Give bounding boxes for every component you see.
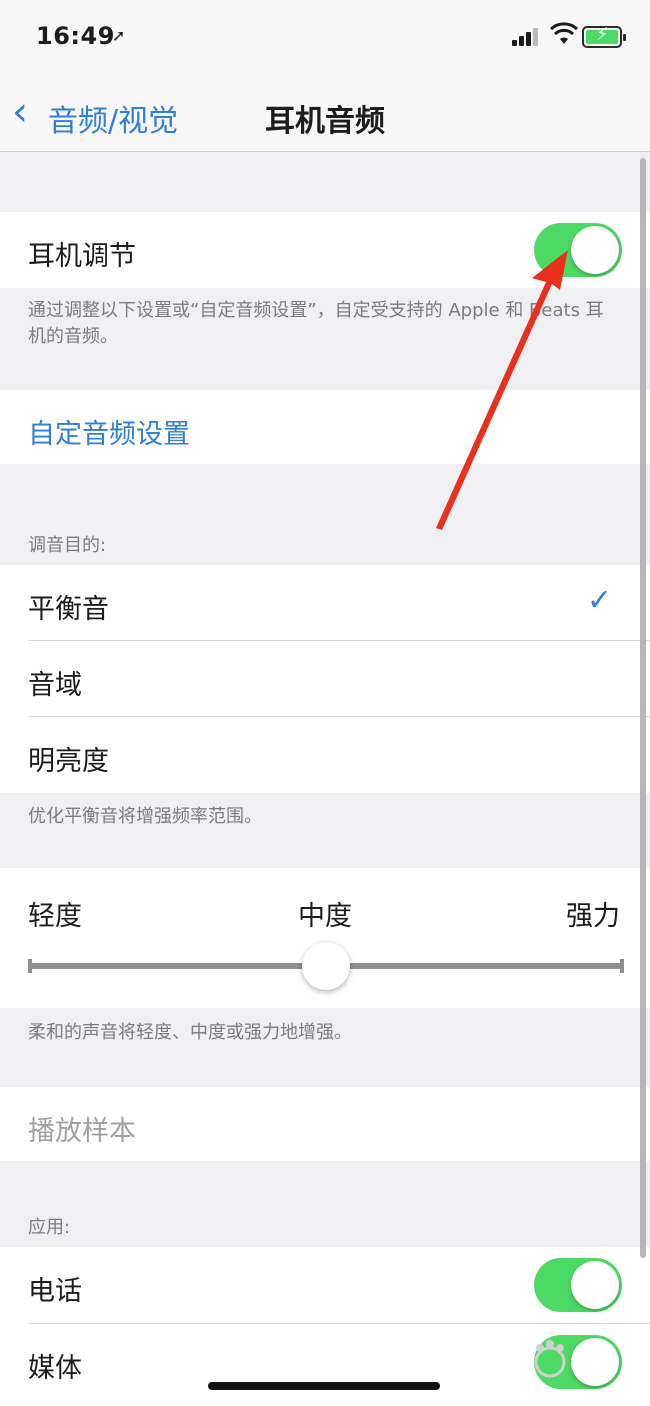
tune-for-footer: 优化平衡音将增强频率范围。 — [28, 806, 262, 827]
cellular-signal-icon — [512, 28, 540, 46]
page-title: 耳机音频 — [265, 104, 385, 139]
headphone-adjust-row[interactable]: 耳机调节 — [0, 212, 650, 288]
headphone-adjust-toggle[interactable] — [534, 223, 622, 277]
custom-audio-setup-link[interactable]: 自定音频设置 — [28, 412, 190, 451]
tune-option-balanced[interactable]: 平衡音 ✓ — [0, 565, 650, 641]
apply-header: 应用: — [28, 1217, 71, 1238]
checkmark-icon: ✓ — [586, 583, 612, 618]
strength-slider-thumb[interactable] — [302, 942, 350, 990]
strength-footer: 柔和的声音将轻度、中度或强力地增强。 — [28, 1022, 352, 1043]
status-time: 16:49 — [36, 22, 115, 50]
play-sample-row[interactable]: 播放样本 — [0, 1087, 650, 1161]
strength-label-strong: 强力 — [566, 901, 620, 932]
location-arrow-icon: ➚ — [112, 26, 126, 45]
wifi-icon — [550, 22, 578, 44]
slider-min-cap — [28, 959, 32, 973]
scrollbar[interactable] — [640, 158, 646, 1258]
status-bar: 16:49 ➚ ⚡ — [0, 0, 650, 78]
toggle-knob — [571, 226, 619, 274]
watermark-logo — [500, 1328, 620, 1392]
strength-group: 轻度 中度 强力 — [0, 868, 650, 1008]
apply-item-label: 电话 — [28, 1276, 82, 1307]
apply-phone-row[interactable]: 电话 — [0, 1247, 650, 1323]
navigation-bar: ‹ 音频/视觉 耳机音频 — [0, 78, 650, 152]
custom-audio-setup-row[interactable]: 自定音频设置 — [0, 390, 650, 464]
strength-label-moderate: 中度 — [298, 901, 352, 932]
tune-option-vocal-range[interactable]: 音域 — [0, 641, 650, 717]
tune-option-label: 明亮度 — [28, 746, 109, 777]
apply-item-label: 媒体 — [28, 1353, 82, 1384]
play-sample-button[interactable]: 播放样本 — [28, 1109, 136, 1148]
tune-option-brightness[interactable]: 明亮度 — [0, 717, 650, 793]
battery-icon: ⚡ — [582, 24, 626, 48]
home-indicator[interactable] — [208, 1382, 440, 1390]
slider-max-cap — [620, 959, 624, 973]
phone-toggle[interactable] — [534, 1258, 622, 1312]
tune-for-header: 调音目的: — [28, 535, 107, 556]
tune-option-label: 平衡音 — [28, 594, 109, 625]
toggle-knob — [571, 1261, 619, 1309]
headphone-adjust-footer: 通过调整以下设置或“自定音频设置”，自定受支持的 Apple 和 Beats 耳… — [28, 300, 604, 347]
tune-for-group: 平衡音 ✓ 音域 明亮度 — [0, 565, 650, 793]
headphone-adjust-label: 耳机调节 — [28, 241, 136, 272]
tune-option-label: 音域 — [28, 670, 82, 701]
